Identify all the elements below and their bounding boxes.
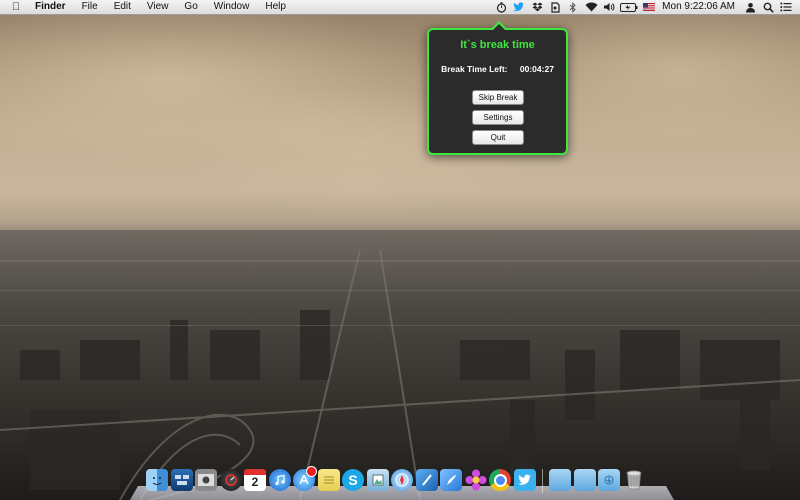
documents-folder-icon[interactable]: [573, 469, 596, 491]
spotlight-icon[interactable]: [760, 0, 776, 14]
finder-icon[interactable]: [146, 469, 168, 491]
menu-view[interactable]: View: [139, 0, 177, 14]
user-icon[interactable]: [742, 0, 758, 14]
dock-separator: [542, 469, 543, 493]
twitter-app-icon[interactable]: [513, 469, 536, 491]
menu-file[interactable]: File: [74, 0, 106, 14]
evernote-icon[interactable]: [547, 0, 563, 14]
break-time-left-value: 00:04:27: [519, 64, 554, 74]
dock: 2 S: [146, 466, 647, 495]
timer-icon[interactable]: [493, 0, 509, 14]
chrome-icon[interactable]: [489, 469, 511, 491]
popover-title: It`s break time: [460, 39, 535, 51]
calendar-day: 2: [251, 475, 259, 489]
settings-button[interactable]: Settings: [472, 110, 524, 125]
dashboard-icon[interactable]: [219, 469, 242, 491]
notes-icon[interactable]: [317, 469, 340, 491]
mission-control-icon[interactable]: [170, 469, 193, 491]
safari-icon[interactable]: [391, 469, 413, 491]
menu-bar:  Finder File Edit View Go Window Help: [0, 0, 800, 15]
xcode-icon[interactable]: [415, 469, 438, 491]
bluetooth-icon[interactable]: [565, 0, 581, 14]
break-time-popover: It`s break time Break Time Left: 00:04:2…: [427, 21, 568, 155]
wifi-icon[interactable]: [583, 0, 599, 14]
dropbox-icon[interactable]: [529, 0, 545, 14]
menu-go[interactable]: Go: [176, 0, 205, 14]
notification-center-icon[interactable]: [778, 0, 794, 14]
calendar-icon[interactable]: 2: [244, 469, 266, 491]
city-skyline: [0, 230, 800, 500]
preview-icon[interactable]: [366, 469, 389, 491]
flower-app-icon[interactable]: [465, 469, 487, 491]
menu-edit[interactable]: Edit: [106, 0, 139, 14]
apple-menu-icon[interactable]: : [10, 1, 22, 13]
pages-icon[interactable]: [440, 469, 462, 491]
applications-folder-icon[interactable]: [549, 469, 571, 491]
app-menu[interactable]: Finder: [31, 0, 74, 14]
skype-icon[interactable]: S: [342, 469, 364, 491]
flag-icon[interactable]: [641, 0, 657, 14]
app-store-badge: [306, 466, 317, 477]
skip-break-button[interactable]: Skip Break: [472, 90, 524, 105]
volume-icon[interactable]: [601, 0, 617, 14]
itunes-icon[interactable]: [268, 469, 291, 491]
twitter-icon[interactable]: [511, 0, 527, 14]
menu-help[interactable]: Help: [257, 0, 294, 14]
app-store-icon[interactable]: [293, 466, 317, 491]
photo-booth-icon[interactable]: [195, 469, 217, 491]
menu-window[interactable]: Window: [206, 0, 258, 14]
trash-icon[interactable]: [623, 469, 645, 491]
quit-button[interactable]: Quit: [472, 130, 524, 145]
break-time-left-row: Break Time Left: 00:04:27: [429, 64, 566, 74]
battery-icon[interactable]: [619, 0, 639, 14]
menubar-clock[interactable]: Mon 9:22:06 AM: [658, 0, 741, 14]
break-time-left-label: Break Time Left:: [441, 64, 508, 74]
downloads-folder-icon[interactable]: [598, 469, 620, 491]
